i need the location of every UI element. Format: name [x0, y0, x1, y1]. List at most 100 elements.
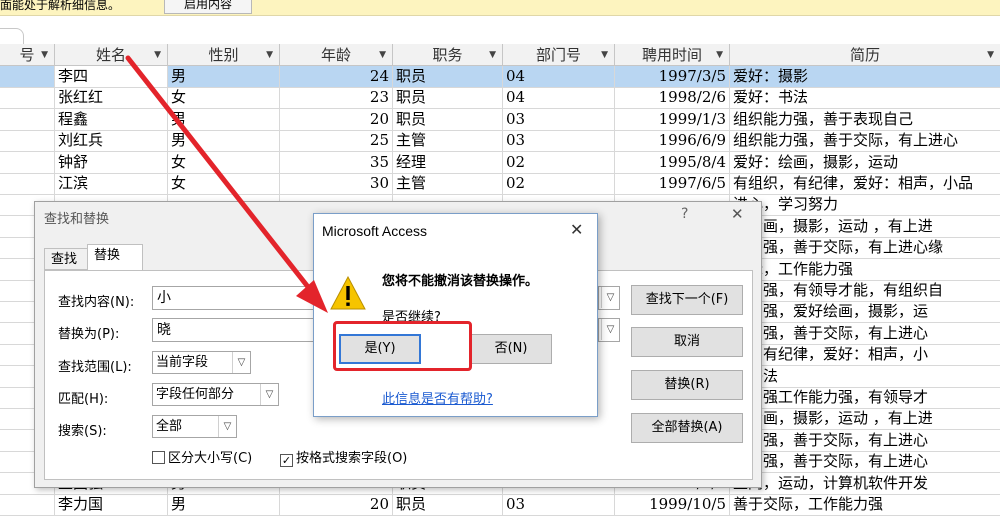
cell-dept[interactable]: 03 — [503, 130, 615, 152]
table-row[interactable]: 李力国男 20 职员 03 1999/10/5 善于交际，工作能力强 — [0, 494, 1000, 516]
sort-dropdown-icon[interactable]: ▼ — [489, 44, 496, 66]
sort-dropdown-icon[interactable]: ▼ — [379, 44, 386, 66]
cell-id[interactable] — [0, 66, 55, 87]
cell-name[interactable]: 张红红 — [55, 87, 168, 109]
cell-hire-date[interactable]: 1997/3/5 — [615, 66, 730, 87]
match-case-checkbox[interactable]: 区分大小写(C) — [152, 447, 252, 466]
cell-name[interactable]: 刘红兵 — [55, 130, 168, 152]
cell-title[interactable]: 职员 — [393, 108, 503, 130]
cell-resume[interactable]: 交际，工作能力强 — [730, 259, 1000, 280]
cell-resume[interactable]: 善于交际，工作能力强 — [730, 494, 1000, 515]
cell-hire-date[interactable]: 1995/8/4 — [615, 151, 730, 173]
cell-resume[interactable]: 爱好：摄影 — [730, 66, 1000, 87]
cell-hire-date[interactable]: 1997/6/5 — [615, 173, 730, 194]
column-header-gender[interactable]: 性别 ▼ — [168, 44, 280, 66]
cell-resume[interactable]: 组织能力强，善于表现自己 — [730, 109, 1000, 130]
cell-resume[interactable]: 能力强，善于交际，有上进心 — [730, 451, 1000, 472]
cell-title[interactable]: 经理 — [393, 151, 503, 173]
column-header-resume[interactable]: 简历 ▼ — [730, 44, 1000, 66]
cell-hire-date[interactable]: 1996/6/9 — [615, 130, 730, 152]
search-select[interactable]: 全部 ▽ — [152, 415, 237, 438]
table-row[interactable]: 张红红女 23 职员 04 1998/2/6 爱好：书法 — [0, 87, 1000, 110]
cell-resume[interactable]: 织，有纪律，爱好：相声，小 — [730, 344, 1000, 365]
cell-name[interactable]: 程鑫 — [55, 108, 168, 130]
close-icon[interactable]: ✕ — [731, 205, 744, 223]
sort-dropdown-icon[interactable]: ▼ — [41, 44, 48, 66]
enable-content-button[interactable]: 启用内容 — [164, 0, 252, 14]
cell-dept[interactable]: 04 — [503, 66, 615, 87]
cell-title[interactable]: 职员 — [393, 87, 503, 109]
cell-gender[interactable]: 男 — [168, 66, 280, 87]
cell-dept[interactable]: 02 — [503, 151, 615, 173]
cell-resume[interactable]: 有组织，有纪律，爱好：相声，小品 — [730, 173, 1000, 194]
cell-age[interactable]: 20 — [280, 108, 393, 130]
cell-hire-date[interactable]: 1999/1/3 — [615, 108, 730, 130]
cell-title[interactable]: 职员 — [393, 494, 503, 515]
cell-gender[interactable]: 男 — [168, 130, 280, 152]
cell-name[interactable]: 李四 — [55, 66, 168, 87]
sort-dropdown-icon[interactable]: ▼ — [987, 44, 994, 66]
column-header-id[interactable]: 号 ▼ — [0, 44, 55, 66]
cell-age[interactable]: 24 — [280, 66, 393, 87]
cell-resume[interactable]: 能力强工作能力强，有领导才 — [730, 387, 1000, 408]
cell-id[interactable] — [0, 87, 55, 109]
cell-gender[interactable]: 男 — [168, 108, 280, 130]
cell-resume[interactable]: ：书法 — [730, 366, 1000, 387]
match-select[interactable]: 字段任何部分 ▽ — [152, 383, 279, 406]
cell-resume[interactable]: 上网，运动，计算机软件开发 — [730, 473, 1000, 494]
help-icon[interactable]: ? — [681, 206, 688, 222]
cell-resume[interactable]: 进心，学习努力 — [730, 194, 1000, 215]
column-header-age[interactable]: 年龄 ▼ — [280, 44, 393, 66]
cell-id[interactable] — [0, 494, 55, 515]
cell-resume[interactable]: 组织能力强，善于交际，有上进心 — [730, 130, 1000, 151]
cell-dept[interactable]: 03 — [503, 494, 615, 515]
replace-with-dropdown[interactable]: ▽ — [598, 318, 620, 342]
cell-resume[interactable]: 能力强，有领导才能，有组织自 — [730, 280, 1000, 301]
table-row[interactable]: 江滨女 30 主管 02 1997/6/5 有组织，有纪律，爱好：相声，小品 — [0, 173, 1000, 195]
cell-dept[interactable]: 02 — [503, 173, 615, 194]
help-link[interactable]: 此信息是否有帮助? — [382, 388, 493, 407]
sort-dropdown-icon[interactable]: ▼ — [601, 44, 608, 66]
cell-gender[interactable]: 男 — [168, 494, 280, 515]
cell-resume[interactable]: 能力强，善于交际，有上进心 — [730, 430, 1000, 451]
close-icon[interactable]: ✕ — [570, 220, 583, 239]
column-header-name[interactable]: 姓名 ▼ — [55, 44, 168, 66]
cell-id[interactable] — [0, 173, 55, 194]
cell-age[interactable]: 35 — [280, 151, 393, 173]
tab-find[interactable]: 查找 — [44, 248, 88, 270]
sort-dropdown-icon[interactable]: ▼ — [716, 44, 723, 66]
replace-button[interactable]: 替换(R) — [631, 370, 743, 400]
search-formatted-checkbox[interactable]: ✓ 按格式搜索字段(O) — [280, 447, 407, 467]
cell-title[interactable]: 职员 — [393, 66, 503, 87]
cell-dept[interactable]: 03 — [503, 108, 615, 130]
cell-name[interactable]: 李力国 — [55, 494, 168, 515]
look-in-select[interactable]: 当前字段 ▽ — [152, 351, 251, 374]
cell-dept[interactable]: 04 — [503, 87, 615, 109]
sort-dropdown-icon[interactable]: ▼ — [154, 44, 161, 66]
no-button[interactable]: 否(N) — [470, 334, 552, 364]
cell-id[interactable] — [0, 130, 55, 152]
cell-id[interactable] — [0, 151, 55, 173]
cell-title[interactable]: 主管 — [393, 130, 503, 152]
column-header-dept[interactable]: 部门号 ▼ — [503, 44, 615, 66]
table-row[interactable]: 程鑫男 20 职员 03 1999/1/3 组织能力强，善于表现自己 — [0, 108, 1000, 131]
cell-resume[interactable]: 能力强，善于交际，有上进心 — [730, 323, 1000, 344]
column-header-title[interactable]: 职务 ▼ — [393, 44, 503, 66]
cell-age[interactable]: 20 — [280, 494, 393, 515]
cell-gender[interactable]: 女 — [168, 151, 280, 173]
cell-age[interactable]: 30 — [280, 173, 393, 194]
cell-resume[interactable]: 爱好：书法 — [730, 87, 1000, 108]
cancel-button[interactable]: 取消 — [631, 327, 743, 357]
sort-dropdown-icon[interactable]: ▼ — [266, 44, 273, 66]
cell-name[interactable]: 江滨 — [55, 173, 168, 194]
tab-replace[interactable]: 替换 — [87, 244, 143, 271]
replace-all-button[interactable]: 全部替换(A) — [631, 413, 743, 443]
cell-title[interactable]: 主管 — [393, 173, 503, 194]
table-row[interactable]: 李四男 24 职员 04 1997/3/5 爱好：摄影 — [0, 66, 1000, 88]
cell-gender[interactable]: 女 — [168, 173, 280, 194]
column-header-hire-date[interactable]: 聘用时间 ▼ — [615, 44, 730, 66]
cell-id[interactable] — [0, 108, 55, 130]
cell-hire-date[interactable]: 1999/10/5 — [615, 494, 730, 515]
cell-resume[interactable]: ：绘画，摄影，运动 ，有上进 — [730, 408, 1000, 429]
cell-resume[interactable]: 能力强，善于交际，有上进心缘 — [730, 237, 1000, 258]
